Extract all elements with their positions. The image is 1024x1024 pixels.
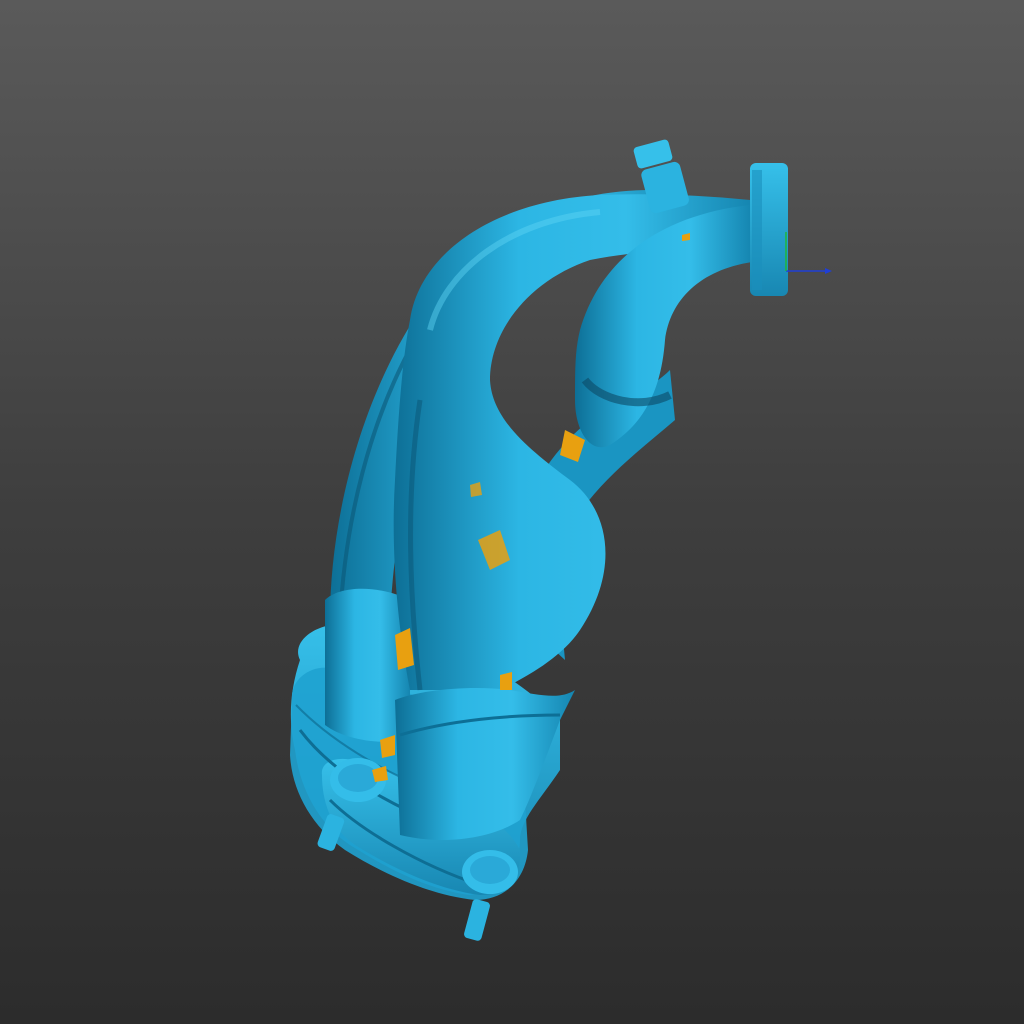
viewport-canvas[interactable] <box>0 0 1024 1024</box>
outlet-flange <box>750 163 788 296</box>
nut-right <box>462 850 518 894</box>
axis-gizmo <box>785 232 832 274</box>
3d-viewport[interactable] <box>0 0 1024 1024</box>
stud-bolt-right <box>464 899 490 941</box>
exhaust-manifest-model[interactable] <box>290 139 788 942</box>
x-axis-arrow-icon <box>825 268 832 274</box>
